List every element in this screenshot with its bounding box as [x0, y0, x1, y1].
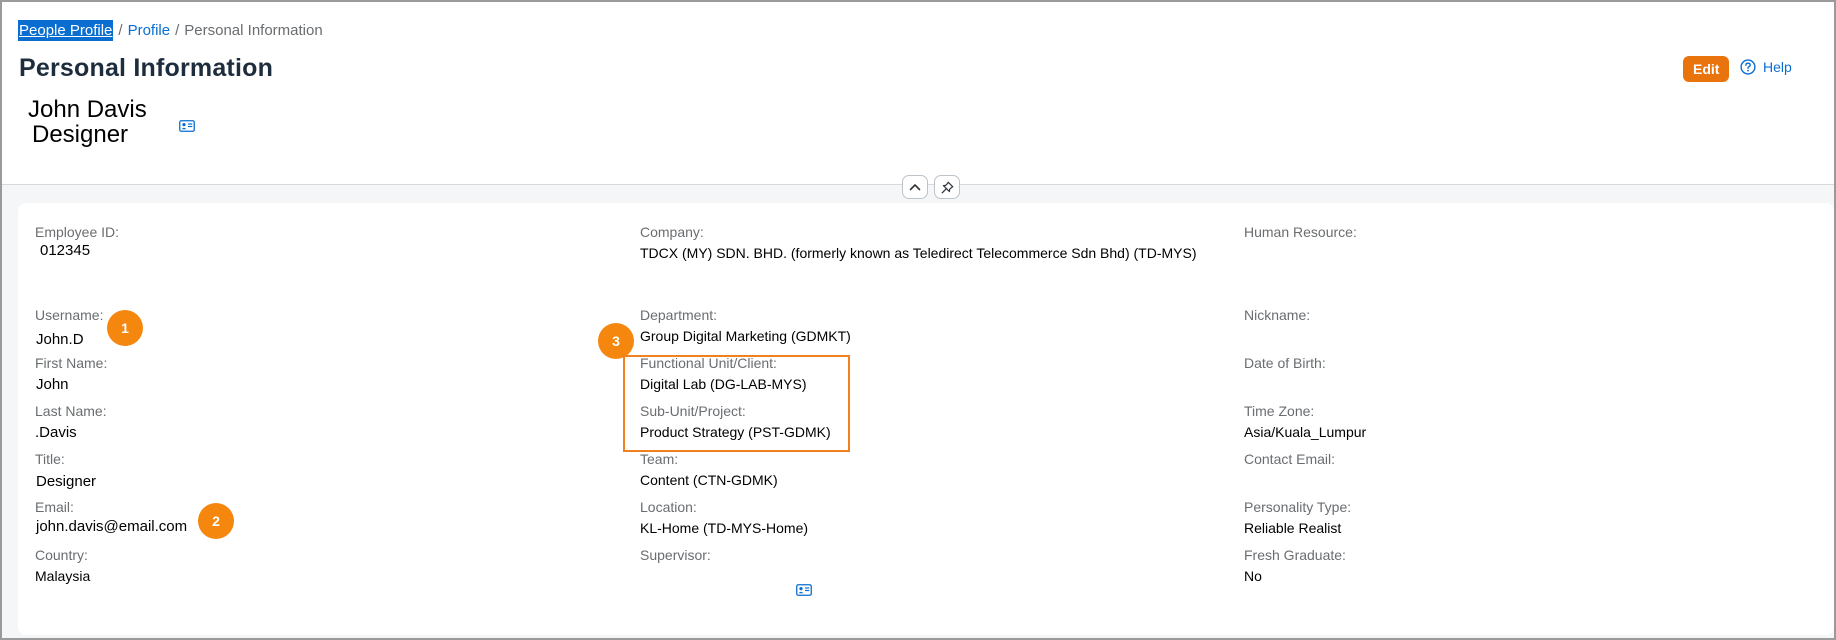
breadcrumb: People Profile / Profile / Personal Info… — [18, 20, 323, 41]
breadcrumb-separator: / — [118, 22, 123, 39]
annotation-badge-3: 3 — [598, 323, 634, 359]
email-value: john.davis@email.com — [36, 518, 188, 535]
help-label: Help — [1763, 59, 1792, 75]
page-title: Personal Information — [19, 54, 274, 82]
details-card — [18, 203, 1834, 635]
time-zone-value: Asia/Kuala_Lumpur — [1244, 424, 1367, 440]
breadcrumb-current: Personal Information — [184, 22, 323, 39]
personality-type-value: Reliable Realist — [1244, 520, 1342, 536]
personality-type-label: Personality Type: — [1244, 499, 1352, 515]
first-name-label: First Name: — [35, 355, 108, 371]
chevron-up-icon — [909, 184, 921, 191]
collapse-header-button[interactable] — [902, 175, 928, 199]
username-label: Username: — [35, 307, 104, 323]
team-value: Content (CTN-GDMK) — [640, 472, 778, 488]
team-label: Team: — [640, 451, 679, 467]
country-value: Malaysia — [35, 568, 91, 584]
breadcrumb-profile[interactable]: Profile — [128, 22, 171, 39]
email-label: Email: — [35, 499, 74, 515]
breadcrumb-people-profile[interactable]: People Profile — [18, 20, 114, 41]
annotation-badge-2: 2 — [198, 503, 234, 539]
location-label: Location: — [640, 499, 697, 515]
last-name-label: Last Name: — [35, 403, 107, 419]
time-zone-label: Time Zone: — [1244, 403, 1315, 419]
supervisor-label: Supervisor: — [640, 547, 711, 563]
department-label: Department: — [640, 307, 718, 323]
location-value: KL-Home (TD-MYS-Home) — [640, 520, 809, 536]
human-resource-label: Human Resource: — [1244, 224, 1357, 240]
employee-id-label: Employee ID: — [35, 224, 120, 240]
annotation-badge-1: 1 — [107, 310, 143, 346]
help-link[interactable]: Help — [1740, 59, 1792, 75]
employee-id-value: 012345 — [40, 242, 91, 259]
employee-name: John Davis — [28, 96, 147, 123]
edit-button[interactable]: Edit — [1683, 56, 1730, 82]
pin-header-button[interactable] — [934, 175, 960, 199]
company-value: TDCX (MY) SDN. BHD. (formerly known as T… — [640, 245, 1197, 261]
question-circle-icon — [1740, 59, 1756, 75]
breadcrumb-separator: / — [175, 22, 180, 39]
department-value: Group Digital Marketing (GDMKT) — [640, 328, 851, 344]
annotation-highlight-box — [623, 355, 850, 452]
date-of-birth-label: Date of Birth: — [1244, 355, 1326, 371]
fresh-graduate-value: No — [1244, 568, 1262, 584]
app-frame: People Profile / Profile / Personal Info… — [0, 0, 1836, 640]
employee-job-title: Designer — [32, 121, 129, 148]
country-label: Country: — [35, 547, 88, 563]
last-name-value: .Davis — [35, 424, 77, 441]
nickname-label: Nickname: — [1244, 307, 1311, 323]
pin-icon — [941, 181, 953, 193]
fresh-graduate-label: Fresh Graduate: — [1244, 547, 1346, 563]
title-label: Title: — [35, 451, 65, 467]
first-name-value: John — [36, 376, 69, 393]
page-header: People Profile / Profile / Personal Info… — [2, 2, 1834, 184]
title-value: Designer — [36, 473, 97, 490]
company-label: Company: — [640, 224, 704, 240]
contact-card-icon[interactable] — [796, 584, 812, 596]
username-value: John.D — [36, 331, 84, 348]
contact-card-icon[interactable] — [179, 120, 195, 132]
contact-email-label: Contact Email: — [1244, 451, 1336, 467]
